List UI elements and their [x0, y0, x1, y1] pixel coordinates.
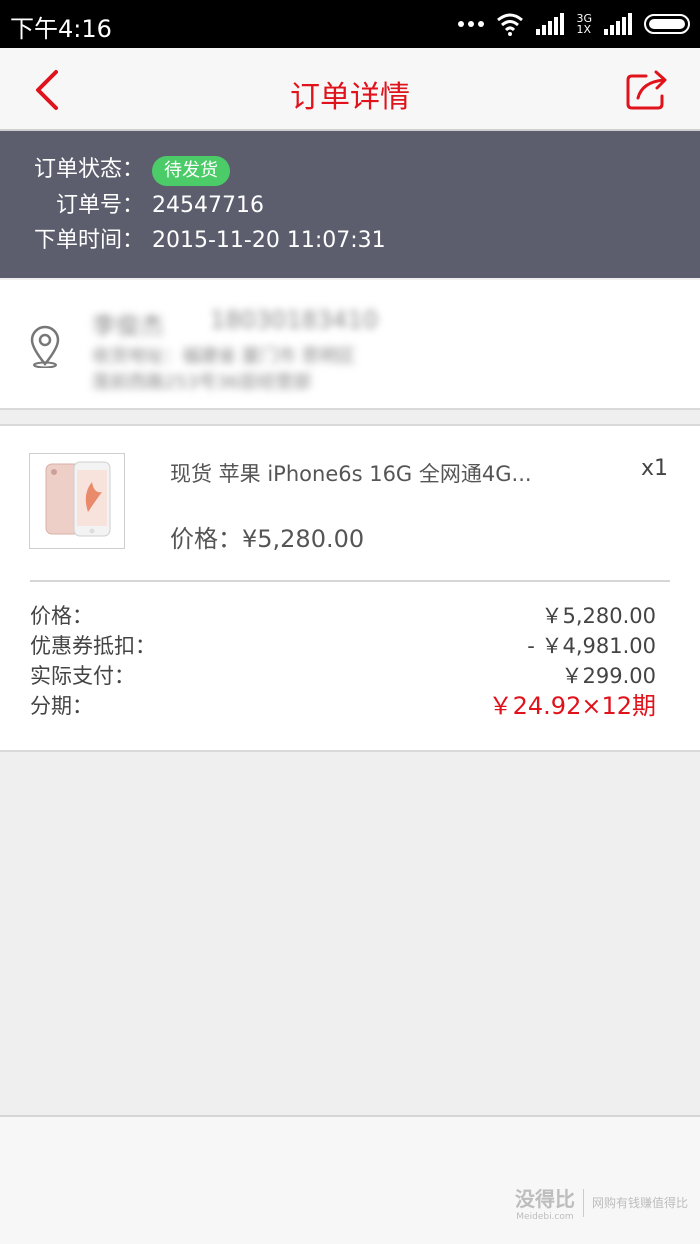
order-product-card: 现货 苹果 iPhone6s 16G 全网通4G... x1 价格：¥5,280…: [0, 424, 700, 752]
order-time-value: 2015-11-20 11:07:31: [152, 228, 386, 253]
summary-price-row: 价格： ￥5,280.00: [30, 601, 656, 631]
page-title: 订单详情: [290, 80, 410, 115]
signal-strength-icon: [536, 13, 565, 35]
summary-paid-label: 实际支付：: [30, 664, 135, 688]
location-pin-icon: [30, 325, 60, 368]
wifi-icon: [497, 13, 524, 36]
battery-icon: [644, 14, 690, 34]
address-line-1: 收货地址：福建省 厦门市 思明区: [92, 346, 356, 367]
recipient-name: 李俊杰: [92, 312, 164, 340]
address-line-2: 莲前西路253号36层经营部: [92, 372, 312, 393]
summary-paid-value: ￥299.00: [561, 664, 656, 688]
watermark-brand: 没得比: [514, 1187, 575, 1211]
product-quantity: x1: [640, 456, 668, 481]
product-thumbnail[interactable]: [29, 453, 125, 549]
summary-installment-row: 分期： ￥24.92×12期: [30, 691, 656, 721]
order-status-label: 订单状态：: [33, 157, 144, 182]
watermark-slogan: 网购有钱赚值得比: [591, 1196, 688, 1210]
order-number-label: 订单号：: [55, 193, 144, 218]
product-price: 价格：¥5,280.00: [170, 525, 365, 553]
status-badge: 待发货: [152, 156, 230, 186]
top-nav-bar: 订单详情: [0, 48, 700, 131]
summary-installment-label: 分期：: [30, 694, 93, 718]
order-time-label: 下单时间：: [33, 228, 144, 253]
divider: [30, 580, 670, 582]
watermark-domain: Meidebi.com: [516, 1212, 574, 1222]
order-number-value: 24547716: [152, 193, 264, 218]
summary-price-label: 价格：: [30, 604, 93, 628]
order-time-row: 下单时间： 2015-11-20 11:07:31: [0, 226, 700, 256]
status-icons: 3G 1X: [458, 10, 690, 38]
shipping-address[interactable]: 李俊杰 18030183410 收货地址：福建省 厦门市 思明区 莲前西路253…: [0, 280, 700, 410]
watermark-separator: [582, 1188, 584, 1217]
network-type: 3G 1X: [576, 12, 592, 36]
summary-price-value: ￥5,280.00: [541, 604, 656, 628]
order-status-row: 订单状态： 待发货: [0, 155, 700, 186]
signal-strength-icon-2: [604, 13, 632, 35]
share-icon[interactable]: [624, 68, 670, 112]
bottom-bar: 没得比 Meidebi.com 网购有钱赚值得比: [0, 1115, 700, 1244]
summary-installment-value: ￥24.92×12期: [488, 692, 656, 720]
product-name[interactable]: 现货 苹果 iPhone6s 16G 全网通4G...: [170, 458, 532, 488]
summary-coupon-row: 优惠券抵扣： - ￥4,981.00: [30, 631, 656, 661]
summary-paid-row: 实际支付： ￥299.00: [30, 661, 656, 691]
system-status-bar: 下午4:16 3G 1X: [0, 0, 700, 48]
order-number-row: 订单号： 24547716: [0, 191, 700, 221]
watermark: 没得比 Meidebi.com 网购有钱赚值得比: [515, 1183, 688, 1222]
recipient-phone: 18030183410: [210, 306, 378, 334]
iphone-image: [45, 461, 111, 537]
more-dots-icon: [458, 21, 485, 27]
order-info-section: 订单状态： 待发货 订单号： 24547716 下单时间： 2015-11-20…: [0, 131, 700, 278]
summary-coupon-label: 优惠券抵扣：: [30, 634, 156, 658]
status-time: 下午4:16: [10, 15, 112, 43]
summary-coupon-value: - ￥4,981.00: [527, 634, 656, 658]
